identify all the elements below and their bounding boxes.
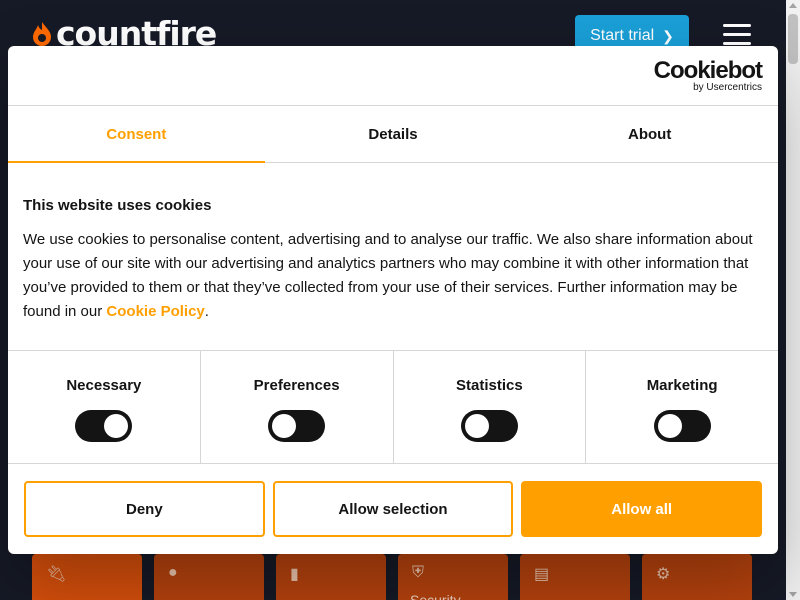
switch-knob <box>272 414 297 438</box>
brand-name: Cookiebot <box>653 57 763 84</box>
cookiebot-logo[interactable]: Cookiebot by Usercentrics <box>653 57 763 94</box>
chevron-right-icon: ❯ <box>662 27 674 44</box>
scroll-down-icon[interactable] <box>789 592 797 597</box>
scroll-up-icon[interactable] <box>789 3 797 8</box>
dialog-tabs: Consent Details About <box>8 106 778 163</box>
dialog-header: Cookiebot by Usercentrics <box>8 46 778 106</box>
feature-card[interactable]: 🔌︎ <box>32 554 142 600</box>
dialog-title: This website uses cookies <box>23 197 212 214</box>
allow-selection-button[interactable]: Allow selection <box>272 481 514 537</box>
feature-card[interactable]: ⛨ Security <box>398 554 508 600</box>
tab-details[interactable]: Details <box>265 106 522 162</box>
plug-icon: 🔌︎ <box>46 566 67 583</box>
toggle-label-preferences: Preferences <box>253 377 340 394</box>
toggle-label-statistics: Statistics <box>456 377 523 394</box>
consent-text-end: . <box>204 303 209 320</box>
statistics-switch[interactable] <box>460 410 518 442</box>
feature-card[interactable]: ⚙ <box>642 554 752 600</box>
feature-card[interactable]: ▤ <box>520 554 630 600</box>
toggle-marketing: Marketing <box>586 351 778 463</box>
toggle-label-marketing: Marketing <box>646 377 718 394</box>
scroll-thumb[interactable] <box>788 14 798 64</box>
allow-all-button[interactable]: Allow all <box>521 481 763 537</box>
toggle-statistics: Statistics <box>394 351 587 463</box>
necessary-switch[interactable] <box>75 410 133 442</box>
gears-icon: ⚙ <box>656 566 671 583</box>
feature-card[interactable]: ▮ <box>276 554 386 600</box>
tab-about[interactable]: About <box>521 106 778 162</box>
scrollbar[interactable] <box>786 0 800 600</box>
dialog-buttons: Deny Allow selection Allow all <box>8 464 778 537</box>
switch-knob <box>657 414 682 438</box>
extinguisher-icon: ▮ <box>290 566 299 583</box>
shield-icon: ⛨ <box>412 564 425 581</box>
server-icon: ▤ <box>534 566 550 583</box>
toggle-necessary: Necessary <box>8 351 201 463</box>
menu-icon[interactable] <box>723 24 751 46</box>
cookie-policy-link[interactable]: Cookie Policy <box>106 303 204 320</box>
card-label: Security <box>410 592 461 600</box>
start-trial-label: Start trial <box>590 27 655 44</box>
toggle-preferences: Preferences <box>201 351 394 463</box>
feature-card[interactable]: ● <box>154 554 264 600</box>
deny-button[interactable]: Deny <box>24 481 265 537</box>
consent-body: This website uses cookies We use cookies… <box>8 163 778 351</box>
toggle-label-necessary: Necessary <box>66 377 142 394</box>
marketing-switch[interactable] <box>653 410 711 442</box>
preferences-switch[interactable] <box>268 410 326 442</box>
flame-icon <box>33 22 51 46</box>
consent-toggles: Necessary Preferences Statistics Marketi… <box>8 351 778 464</box>
cookie-consent-dialog: Cookiebot by Usercentrics Consent Detail… <box>8 46 778 554</box>
switch-knob <box>464 414 489 438</box>
tab-consent[interactable]: Consent <box>8 106 265 163</box>
lightbulb-icon: ● <box>168 564 178 581</box>
switch-knob <box>104 414 129 438</box>
consent-text: We use cookies to personalise content, a… <box>23 228 763 324</box>
